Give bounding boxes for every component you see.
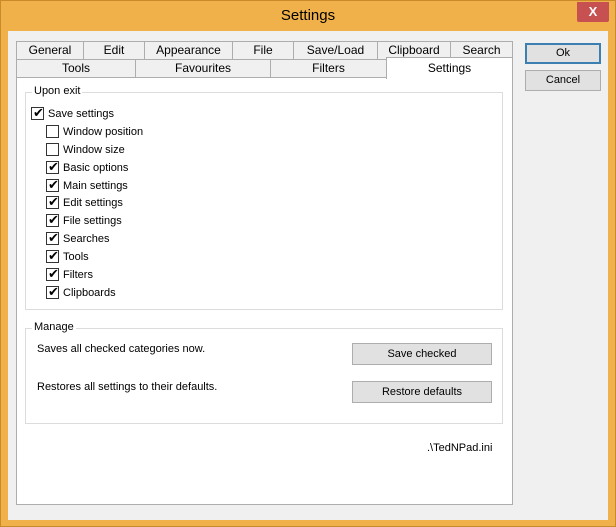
checkbox-label: Basic options — [63, 162, 129, 174]
tab-appearance[interactable]: Appearance — [144, 41, 233, 59]
tab-settings[interactable]: Settings — [386, 57, 513, 79]
checkbox-label: Filters — [63, 269, 93, 281]
checkbox-box[interactable]: ✔ — [46, 194, 59, 209]
checkbox-label: File settings — [63, 215, 122, 227]
checkbox-box[interactable] — [46, 143, 59, 156]
check-mark-icon: ✔ — [33, 105, 44, 120]
save-checked-button[interactable]: Save checked — [352, 343, 492, 365]
upon-exit-group: Upon exit ✔ Save settings Window positio… — [25, 85, 503, 310]
check-mark-icon: ✔ — [48, 194, 59, 209]
checkbox-label: Main settings — [63, 180, 128, 192]
cancel-button[interactable]: Cancel — [525, 70, 601, 91]
tab-save-load[interactable]: Save/Load — [293, 41, 378, 59]
tab-filters[interactable]: Filters — [270, 59, 387, 77]
close-icon: X — [588, 4, 598, 19]
tab-favourites[interactable]: Favourites — [135, 59, 271, 77]
checkbox-box[interactable]: ✔ — [46, 284, 59, 299]
restore-defaults-button[interactable]: Restore defaults — [352, 381, 492, 403]
check-mark-icon: ✔ — [48, 177, 59, 192]
checkbox-box[interactable]: ✔ — [31, 105, 44, 120]
checkbox-label: Window position — [63, 126, 144, 138]
settings-window: Settings X General Edit Appearance File … — [0, 0, 616, 527]
settings-tab-panel: Upon exit ✔ Save settings Window positio… — [16, 77, 513, 505]
tab-row-bottom: Tools Favourites Filters Settings — [16, 57, 513, 79]
checkbox-box[interactable]: ✔ — [46, 248, 59, 263]
checkbox-label: Edit settings — [63, 197, 123, 209]
restore-defaults-description: Restores all settings to their defaults. — [37, 381, 218, 393]
checkbox-box[interactable]: ✔ — [46, 266, 59, 281]
upon-exit-title: Upon exit — [32, 85, 83, 97]
tab-edit[interactable]: Edit — [83, 41, 145, 59]
tab-tools[interactable]: Tools — [16, 59, 136, 77]
ok-button[interactable]: Ok — [525, 43, 601, 64]
check-mark-icon: ✔ — [48, 230, 59, 245]
checkbox-label: Tools — [63, 251, 89, 263]
check-mark-icon: ✔ — [48, 284, 59, 299]
check-mark-icon: ✔ — [48, 248, 59, 263]
checkbox-label: Save settings — [48, 108, 115, 120]
tab-file[interactable]: File — [232, 41, 294, 59]
checkbox-label: Searches — [63, 233, 110, 245]
checkbox-label: Window size — [63, 144, 125, 156]
check-mark-icon: ✔ — [48, 212, 59, 227]
check-mark-icon: ✔ — [48, 266, 59, 281]
manage-group: Manage Saves all checked categories now.… — [25, 321, 503, 424]
close-button[interactable]: X — [577, 2, 609, 22]
checkbox-box[interactable]: ✔ — [46, 159, 59, 174]
window-title: Settings — [280, 7, 336, 24]
checkbox-box[interactable]: ✔ — [46, 230, 59, 245]
tab-general[interactable]: General — [16, 41, 84, 59]
ini-file-path: .\TedNPad.ini — [427, 442, 493, 454]
check-mark-icon: ✔ — [48, 159, 59, 174]
dialog-client: General Edit Appearance File Save/Load C… — [8, 31, 608, 520]
checkbox-box[interactable] — [46, 125, 59, 138]
save-checked-description: Saves all checked categories now. — [37, 343, 206, 355]
checkbox-box[interactable]: ✔ — [46, 212, 59, 227]
checkbox-box[interactable]: ✔ — [46, 177, 59, 192]
title-bar[interactable]: Settings X — [1, 1, 615, 31]
manage-title: Manage — [32, 321, 76, 333]
checkbox-label: Clipboards — [63, 287, 116, 299]
